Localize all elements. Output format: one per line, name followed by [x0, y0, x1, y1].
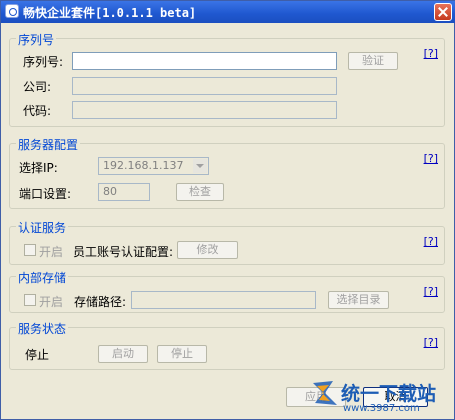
app-icon	[5, 4, 19, 18]
serial-group-title: 序列号	[16, 31, 57, 48]
browse-directory-button[interactable]: 选择目录	[328, 291, 389, 309]
storage-enable-checkbox[interactable]	[24, 294, 36, 306]
storage-path-label: 存储路径:	[74, 295, 127, 309]
code-field	[72, 101, 337, 119]
auth-enable-checkbox[interactable]	[24, 244, 36, 256]
stop-service-button[interactable]: 停止	[157, 345, 207, 363]
company-label: 公司:	[23, 80, 52, 94]
status-group: 服务状态 [?] 停止 启动 停止	[9, 320, 445, 370]
ip-select-value: 192.168.1.137	[103, 159, 184, 172]
serial-input[interactable]	[72, 52, 337, 70]
auth-help-link[interactable]: [?]	[424, 235, 438, 248]
account-auth-label: 员工账号认证配置:	[73, 245, 174, 259]
chevron-down-icon[interactable]	[193, 159, 207, 173]
serial-help-link[interactable]: [?]	[424, 47, 438, 60]
watermark-text: 统一下载站	[341, 383, 437, 405]
window-title: 畅快企业套件[1.0.1.1 beta]	[23, 6, 197, 20]
company-field	[72, 77, 337, 95]
auth-enable-label: 开启	[39, 245, 64, 259]
site-watermark: 统一下载站 www.3987.com	[303, 373, 453, 419]
server-group: 服务器配置 [?] 选择IP: 192.168.1.137 端口设置: 80 检…	[9, 136, 445, 209]
server-group-title: 服务器配置	[16, 136, 81, 153]
serial-group: 序列号 [?] 序列号: 验证 公司: 代码:	[9, 31, 445, 127]
ip-select[interactable]: 192.168.1.137	[98, 157, 209, 175]
storage-help-link[interactable]: [?]	[424, 285, 438, 298]
storage-enable-label: 开启	[39, 295, 64, 309]
close-icon[interactable]	[434, 3, 452, 21]
status-group-title: 服务状态	[16, 320, 69, 337]
service-status-text: 停止	[25, 348, 50, 362]
watermark-url: www.3987.com	[343, 403, 420, 414]
auth-group: 认证服务 [?] 开启 员工账号认证配置: 修改	[9, 219, 445, 265]
modify-button[interactable]: 修改	[177, 241, 238, 259]
title-bar[interactable]: 畅快企业套件[1.0.1.1 beta]	[1, 1, 455, 23]
start-service-button[interactable]: 启动	[98, 345, 148, 363]
ip-label: 选择IP:	[19, 161, 58, 175]
main-window: 畅快企业套件[1.0.1.1 beta] 序列号 [?] 序列号: 验证 公司:…	[0, 0, 455, 420]
check-button[interactable]: 检查	[176, 183, 224, 201]
watermark-logo-icon	[313, 381, 337, 405]
storage-group: 内部存储 [?] 开启 存储路径: 选择目录	[9, 269, 445, 313]
port-input[interactable]: 80	[98, 183, 150, 201]
code-label: 代码:	[23, 104, 52, 118]
port-label: 端口设置:	[19, 187, 72, 201]
status-help-link[interactable]: [?]	[424, 336, 438, 349]
serial-label: 序列号:	[23, 55, 64, 69]
verify-button[interactable]: 验证	[348, 52, 398, 70]
auth-group-title: 认证服务	[16, 219, 69, 236]
storage-group-title: 内部存储	[16, 269, 69, 286]
storage-path-input[interactable]	[131, 291, 316, 309]
server-help-link[interactable]: [?]	[424, 152, 438, 165]
